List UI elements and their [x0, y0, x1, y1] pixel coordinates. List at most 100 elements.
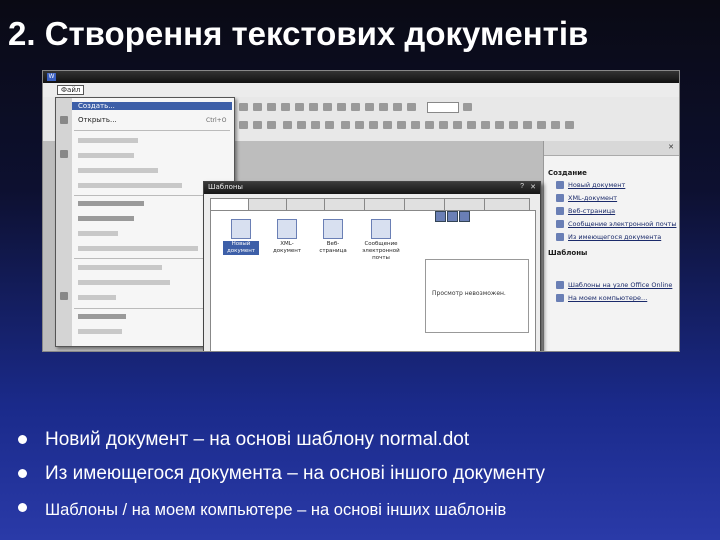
toolbar-button-icon[interactable] — [495, 121, 504, 129]
toolbar-button-icon[interactable] — [379, 103, 388, 111]
toolbar-button-icon[interactable] — [355, 121, 364, 129]
toolbar-button-icon[interactable] — [337, 103, 346, 111]
toolbar-button-icon[interactable] — [341, 121, 350, 129]
templates-panel: Новый документ XML-документ Веб-страница… — [210, 210, 536, 352]
link-from-existing[interactable]: Из имеющегося документа — [568, 233, 661, 241]
radio-icon — [491, 351, 498, 352]
link-email-message[interactable]: Сообщение электронной почты — [568, 220, 676, 228]
toolbar-button-icon[interactable] — [439, 121, 448, 129]
toolbar-button-icon[interactable] — [297, 121, 306, 129]
toolbar-button-icon[interactable] — [369, 121, 378, 129]
menu-file[interactable]: Файл — [57, 85, 85, 95]
link-new-document[interactable]: Новый документ — [568, 181, 625, 189]
mail-icon — [556, 220, 564, 228]
template-email-message[interactable]: Сообщение электронной почты — [361, 219, 401, 262]
toolbar-button-icon[interactable] — [267, 103, 276, 111]
template-web-page[interactable]: Веб-страница — [315, 219, 351, 255]
templates-dialog-title: Шаблоны — [208, 183, 243, 191]
toolbar-button-icon[interactable] — [509, 121, 518, 129]
radio-create-template[interactable] — [491, 351, 500, 352]
radio-icon — [443, 351, 450, 352]
view-list-icon[interactable] — [447, 211, 458, 222]
toolbar-button-icon[interactable] — [383, 121, 392, 129]
toolbar-button-icon[interactable] — [253, 103, 262, 111]
file-menu-icon-strip — [56, 98, 72, 346]
link-xml-document[interactable]: XML-документ — [568, 194, 617, 202]
toolbar-button-icon[interactable] — [523, 121, 532, 129]
file-menu-item-unreadable[interactable] — [78, 314, 126, 319]
toolbar-button-icon[interactable] — [407, 103, 416, 111]
toolbar-button-icon[interactable] — [463, 103, 472, 111]
toolbar-button-icon[interactable] — [309, 103, 318, 111]
toolbar-button-icon[interactable] — [267, 121, 276, 129]
toolbar-button-icon[interactable] — [481, 121, 490, 129]
file-menu-item-unreadable[interactable] — [78, 329, 122, 334]
toolbar-button-icon[interactable] — [551, 121, 560, 129]
web-page-icon — [556, 207, 564, 215]
toolbar-button-icon[interactable] — [239, 103, 248, 111]
file-menu-item-unreadable[interactable] — [78, 231, 118, 236]
toolbar-button-icon[interactable] — [323, 103, 332, 111]
template-label: Веб-страница — [319, 241, 347, 254]
toolbar-button-icon[interactable] — [565, 121, 574, 129]
toolbar-button-icon[interactable] — [311, 121, 320, 129]
file-menu-item-unreadable[interactable] — [78, 295, 116, 300]
slide-title: 2. Створення текстових документів — [8, 15, 589, 52]
word-app-icon: W — [47, 73, 56, 81]
toolbar-button-icon[interactable] — [397, 121, 406, 129]
link-web-page[interactable]: Веб-страница — [568, 207, 615, 215]
zoom-box[interactable] — [427, 102, 459, 113]
file-menu-item-unreadable[interactable] — [78, 138, 138, 143]
toolbar-button-icon[interactable] — [253, 121, 262, 129]
task-pane-header: ✕ — [544, 141, 679, 156]
file-menu-item-unreadable[interactable] — [78, 168, 158, 173]
toolbar-button-icon[interactable] — [281, 103, 290, 111]
toolbar-button-icon[interactable] — [365, 103, 374, 111]
document-icon — [231, 219, 251, 239]
xml-document-icon — [556, 194, 564, 202]
template-xml-document[interactable]: XML-документ — [269, 219, 305, 255]
view-details-icon[interactable] — [459, 211, 470, 222]
preview-unavailable-text: Просмотр невозможен. — [432, 290, 506, 297]
print-icon — [60, 292, 68, 300]
template-preview: Просмотр невозможен. — [425, 259, 529, 333]
toolbar-button-icon[interactable] — [239, 121, 248, 129]
file-menu-item-unreadable[interactable] — [78, 201, 144, 206]
toolbar-button-icon[interactable] — [467, 121, 476, 129]
link-templates-online[interactable]: Шаблоны на узле Office Online — [568, 281, 672, 289]
folder-icon — [556, 233, 564, 241]
file-menu-item-unreadable[interactable] — [78, 153, 134, 158]
toolbar-button-icon[interactable] — [537, 121, 546, 129]
templates-dialog-title-bar: Шаблоны ? ✕ — [204, 182, 540, 194]
template-label: XML-документ — [272, 241, 302, 254]
toolbar-button-icon[interactable] — [393, 103, 402, 111]
templates-dialog: Шаблоны ? ✕ Новый документ XML-документ … — [203, 181, 541, 352]
bullet-icon — [18, 469, 27, 478]
file-menu-item-unreadable[interactable] — [78, 183, 182, 188]
link-on-my-computer[interactable]: На моем компьютере... — [568, 294, 647, 302]
toolbar-button-icon[interactable] — [411, 121, 420, 129]
radio-create-document[interactable] — [443, 351, 452, 352]
menu-separator — [74, 130, 230, 131]
file-menu-item-open[interactable]: Открыть... — [78, 116, 117, 124]
toolbar-button-icon[interactable] — [295, 103, 304, 111]
template-new-document[interactable]: Новый документ — [223, 219, 259, 255]
document-icon — [556, 181, 564, 189]
bullet-text: Шаблоны / на моем компьютере – на основі… — [45, 501, 507, 519]
toolbar-button-icon[interactable] — [325, 121, 334, 129]
file-menu-item-unreadable[interactable] — [78, 246, 198, 251]
view-large-icon[interactable] — [435, 211, 446, 222]
file-menu-item-unreadable[interactable] — [78, 216, 134, 221]
file-menu-item-unreadable[interactable] — [78, 265, 162, 270]
toolbar-button-icon[interactable] — [283, 121, 292, 129]
help-icon[interactable]: ? — [520, 183, 524, 190]
file-menu-item-new[interactable]: Создать... — [72, 102, 232, 110]
file-menu-item-unreadable[interactable] — [78, 280, 170, 285]
close-icon[interactable]: ✕ — [668, 143, 674, 151]
toolbar-button-icon[interactable] — [351, 103, 360, 111]
close-icon[interactable]: ✕ — [530, 183, 536, 191]
toolbar-button-icon[interactable] — [453, 121, 462, 129]
bullet-text: Из имеющегося документа – на основі іншо… — [45, 463, 545, 484]
toolbar-button-icon[interactable] — [425, 121, 434, 129]
bullet-text: Новий документ – на основі шаблону norma… — [45, 429, 470, 450]
